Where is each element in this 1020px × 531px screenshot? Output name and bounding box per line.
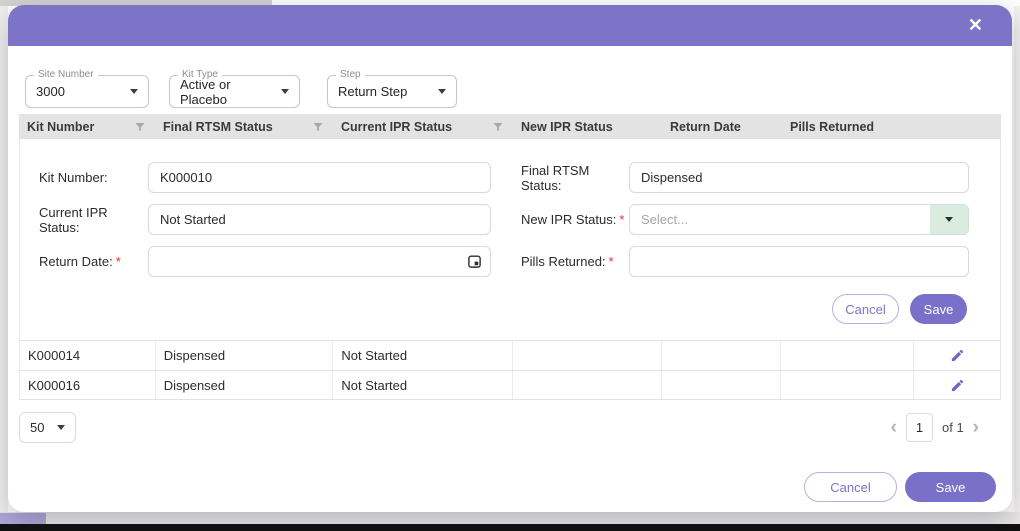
chevron-down-icon bbox=[438, 89, 446, 94]
required-asterisk: * bbox=[619, 212, 625, 227]
page-size-value: 50 bbox=[30, 420, 45, 435]
page-size-select[interactable]: 50 bbox=[19, 412, 76, 443]
pencil-icon bbox=[951, 349, 963, 362]
step-value: Return Step bbox=[338, 84, 408, 99]
cell-pills-returned bbox=[781, 371, 915, 399]
final-rtsm-field-label: Final RTSM Status: bbox=[521, 162, 590, 193]
column-header-kit-number: Kit Number bbox=[19, 114, 155, 139]
cell-kit-number: K000014 bbox=[20, 341, 156, 370]
final-rtsm-input[interactable] bbox=[629, 162, 969, 193]
kit-number-field-label: Kit Number: bbox=[39, 170, 108, 185]
new-ipr-dropdown-button[interactable] bbox=[930, 205, 968, 234]
required-asterisk: * bbox=[608, 254, 614, 269]
pagination-bar: 50 ‹ 1 of 1 › bbox=[19, 412, 1001, 443]
pills-returned-field-label: Pills Returned: * bbox=[521, 254, 629, 269]
column-header-label: Return Date bbox=[670, 119, 741, 134]
cell-new-ipr bbox=[513, 371, 662, 399]
filter-icon[interactable] bbox=[492, 121, 504, 133]
column-header-actions bbox=[915, 114, 1001, 139]
column-header-new-ipr: New IPR Status bbox=[513, 114, 662, 139]
filter-bar: Site Number 3000 Kit Type Active or Plac… bbox=[25, 69, 1001, 108]
cell-return-date bbox=[662, 371, 782, 399]
kit-type-select[interactable]: Kit Type Active or Placebo bbox=[169, 69, 300, 108]
table-header-row: Kit Number Final RTSM Status Current IPR… bbox=[19, 114, 1001, 139]
return-date-wrap bbox=[148, 246, 491, 277]
modal-cancel-button[interactable]: Cancel bbox=[804, 472, 897, 502]
cell-current-ipr: Not Started bbox=[333, 371, 513, 399]
return-date-label-text: Return Date: bbox=[39, 254, 113, 269]
current-page-input[interactable]: 1 bbox=[905, 413, 933, 442]
column-header-label: New IPR Status bbox=[521, 119, 613, 134]
current-ipr-field-label: Current IPR Status: bbox=[39, 204, 108, 235]
cell-kit-number: K000016 bbox=[20, 371, 156, 399]
background-strip-right bbox=[1014, 6, 1020, 512]
filter-icon[interactable] bbox=[312, 121, 324, 133]
current-ipr-input[interactable] bbox=[148, 204, 491, 235]
previous-page-icon[interactable]: ‹ bbox=[891, 418, 897, 437]
page-count-label: of 1 bbox=[941, 420, 964, 435]
cell-current-ipr: Not Started bbox=[333, 341, 513, 370]
pencil-icon bbox=[951, 379, 963, 391]
column-header-pills-returned: Pills Returned bbox=[782, 114, 915, 139]
row-editor-panel: Kit Number: Final RTSM Status: Current I… bbox=[19, 139, 1001, 340]
return-date-input[interactable] bbox=[148, 246, 491, 277]
step-label: Step bbox=[336, 69, 365, 80]
edit-row-button[interactable] bbox=[914, 371, 1000, 399]
site-number-label: Site Number bbox=[34, 69, 98, 80]
background-strip-left bbox=[0, 6, 8, 512]
editor-save-button[interactable]: Save bbox=[910, 294, 967, 324]
column-header-label: Final RTSM Status bbox=[163, 119, 273, 134]
cell-new-ipr bbox=[513, 341, 662, 370]
table-row: K000014 Dispensed Not Started bbox=[19, 340, 1001, 370]
new-ipr-select[interactable]: Select... bbox=[629, 204, 969, 235]
chevron-down-icon bbox=[281, 89, 289, 94]
step-select[interactable]: Step Return Step bbox=[327, 69, 457, 108]
column-header-label: Current IPR Status bbox=[341, 119, 453, 134]
new-ipr-field-label: New IPR Status: * bbox=[521, 212, 629, 227]
column-header-label: Kit Number bbox=[27, 119, 95, 134]
cell-final-rtsm: Dispensed bbox=[156, 371, 334, 399]
kit-type-value: Active or Placebo bbox=[180, 76, 231, 107]
kit-number-input[interactable] bbox=[148, 162, 491, 193]
close-icon[interactable]: ✕ bbox=[968, 14, 983, 36]
editor-cancel-button[interactable]: Cancel bbox=[832, 294, 899, 324]
site-number-value: 3000 bbox=[36, 84, 65, 99]
kit-return-modal: ✕ Site Number 3000 Kit Type Active or Pl… bbox=[8, 5, 1012, 512]
new-ipr-label-text: New IPR Status: bbox=[521, 212, 617, 227]
chevron-down-icon bbox=[945, 217, 953, 222]
site-number-select[interactable]: Site Number 3000 bbox=[25, 69, 149, 108]
table-row: K000016 Dispensed Not Started bbox=[19, 370, 1001, 400]
cell-final-rtsm: Dispensed bbox=[156, 341, 334, 370]
modal-footer: Cancel Save bbox=[804, 472, 996, 502]
calendar-icon[interactable] bbox=[467, 254, 482, 269]
column-header-return-date: Return Date bbox=[662, 114, 782, 139]
kit-type-label: Kit Type bbox=[178, 69, 222, 80]
cell-pills-returned bbox=[781, 341, 915, 370]
return-date-field-label: Return Date: * bbox=[20, 254, 148, 269]
new-ipr-placeholder: Select... bbox=[641, 212, 688, 227]
pills-returned-input[interactable] bbox=[629, 246, 969, 277]
column-header-current-ipr: Current IPR Status bbox=[333, 114, 513, 139]
chevron-down-icon bbox=[57, 425, 65, 430]
modal-body: Site Number 3000 Kit Type Active or Plac… bbox=[8, 69, 1012, 443]
column-header-final-rtsm: Final RTSM Status bbox=[155, 114, 333, 139]
column-header-label: Pills Returned bbox=[790, 119, 875, 134]
required-asterisk: * bbox=[115, 254, 121, 269]
next-page-icon[interactable]: › bbox=[973, 418, 979, 437]
modal-header: ✕ bbox=[8, 5, 1012, 46]
kits-table: Kit Number Final RTSM Status Current IPR… bbox=[19, 114, 1001, 400]
pills-returned-label-text: Pills Returned: bbox=[521, 254, 606, 269]
modal-save-button[interactable]: Save bbox=[905, 472, 996, 502]
page-background: ✕ Site Number 3000 Kit Type Active or Pl… bbox=[0, 0, 1020, 531]
background-bottom-bar bbox=[0, 524, 1020, 531]
edit-row-button[interactable] bbox=[914, 341, 1000, 370]
chevron-down-icon bbox=[130, 89, 138, 94]
filter-icon[interactable] bbox=[134, 121, 146, 133]
page-navigation: ‹ 1 of 1 › bbox=[891, 413, 979, 442]
cell-return-date bbox=[662, 341, 782, 370]
